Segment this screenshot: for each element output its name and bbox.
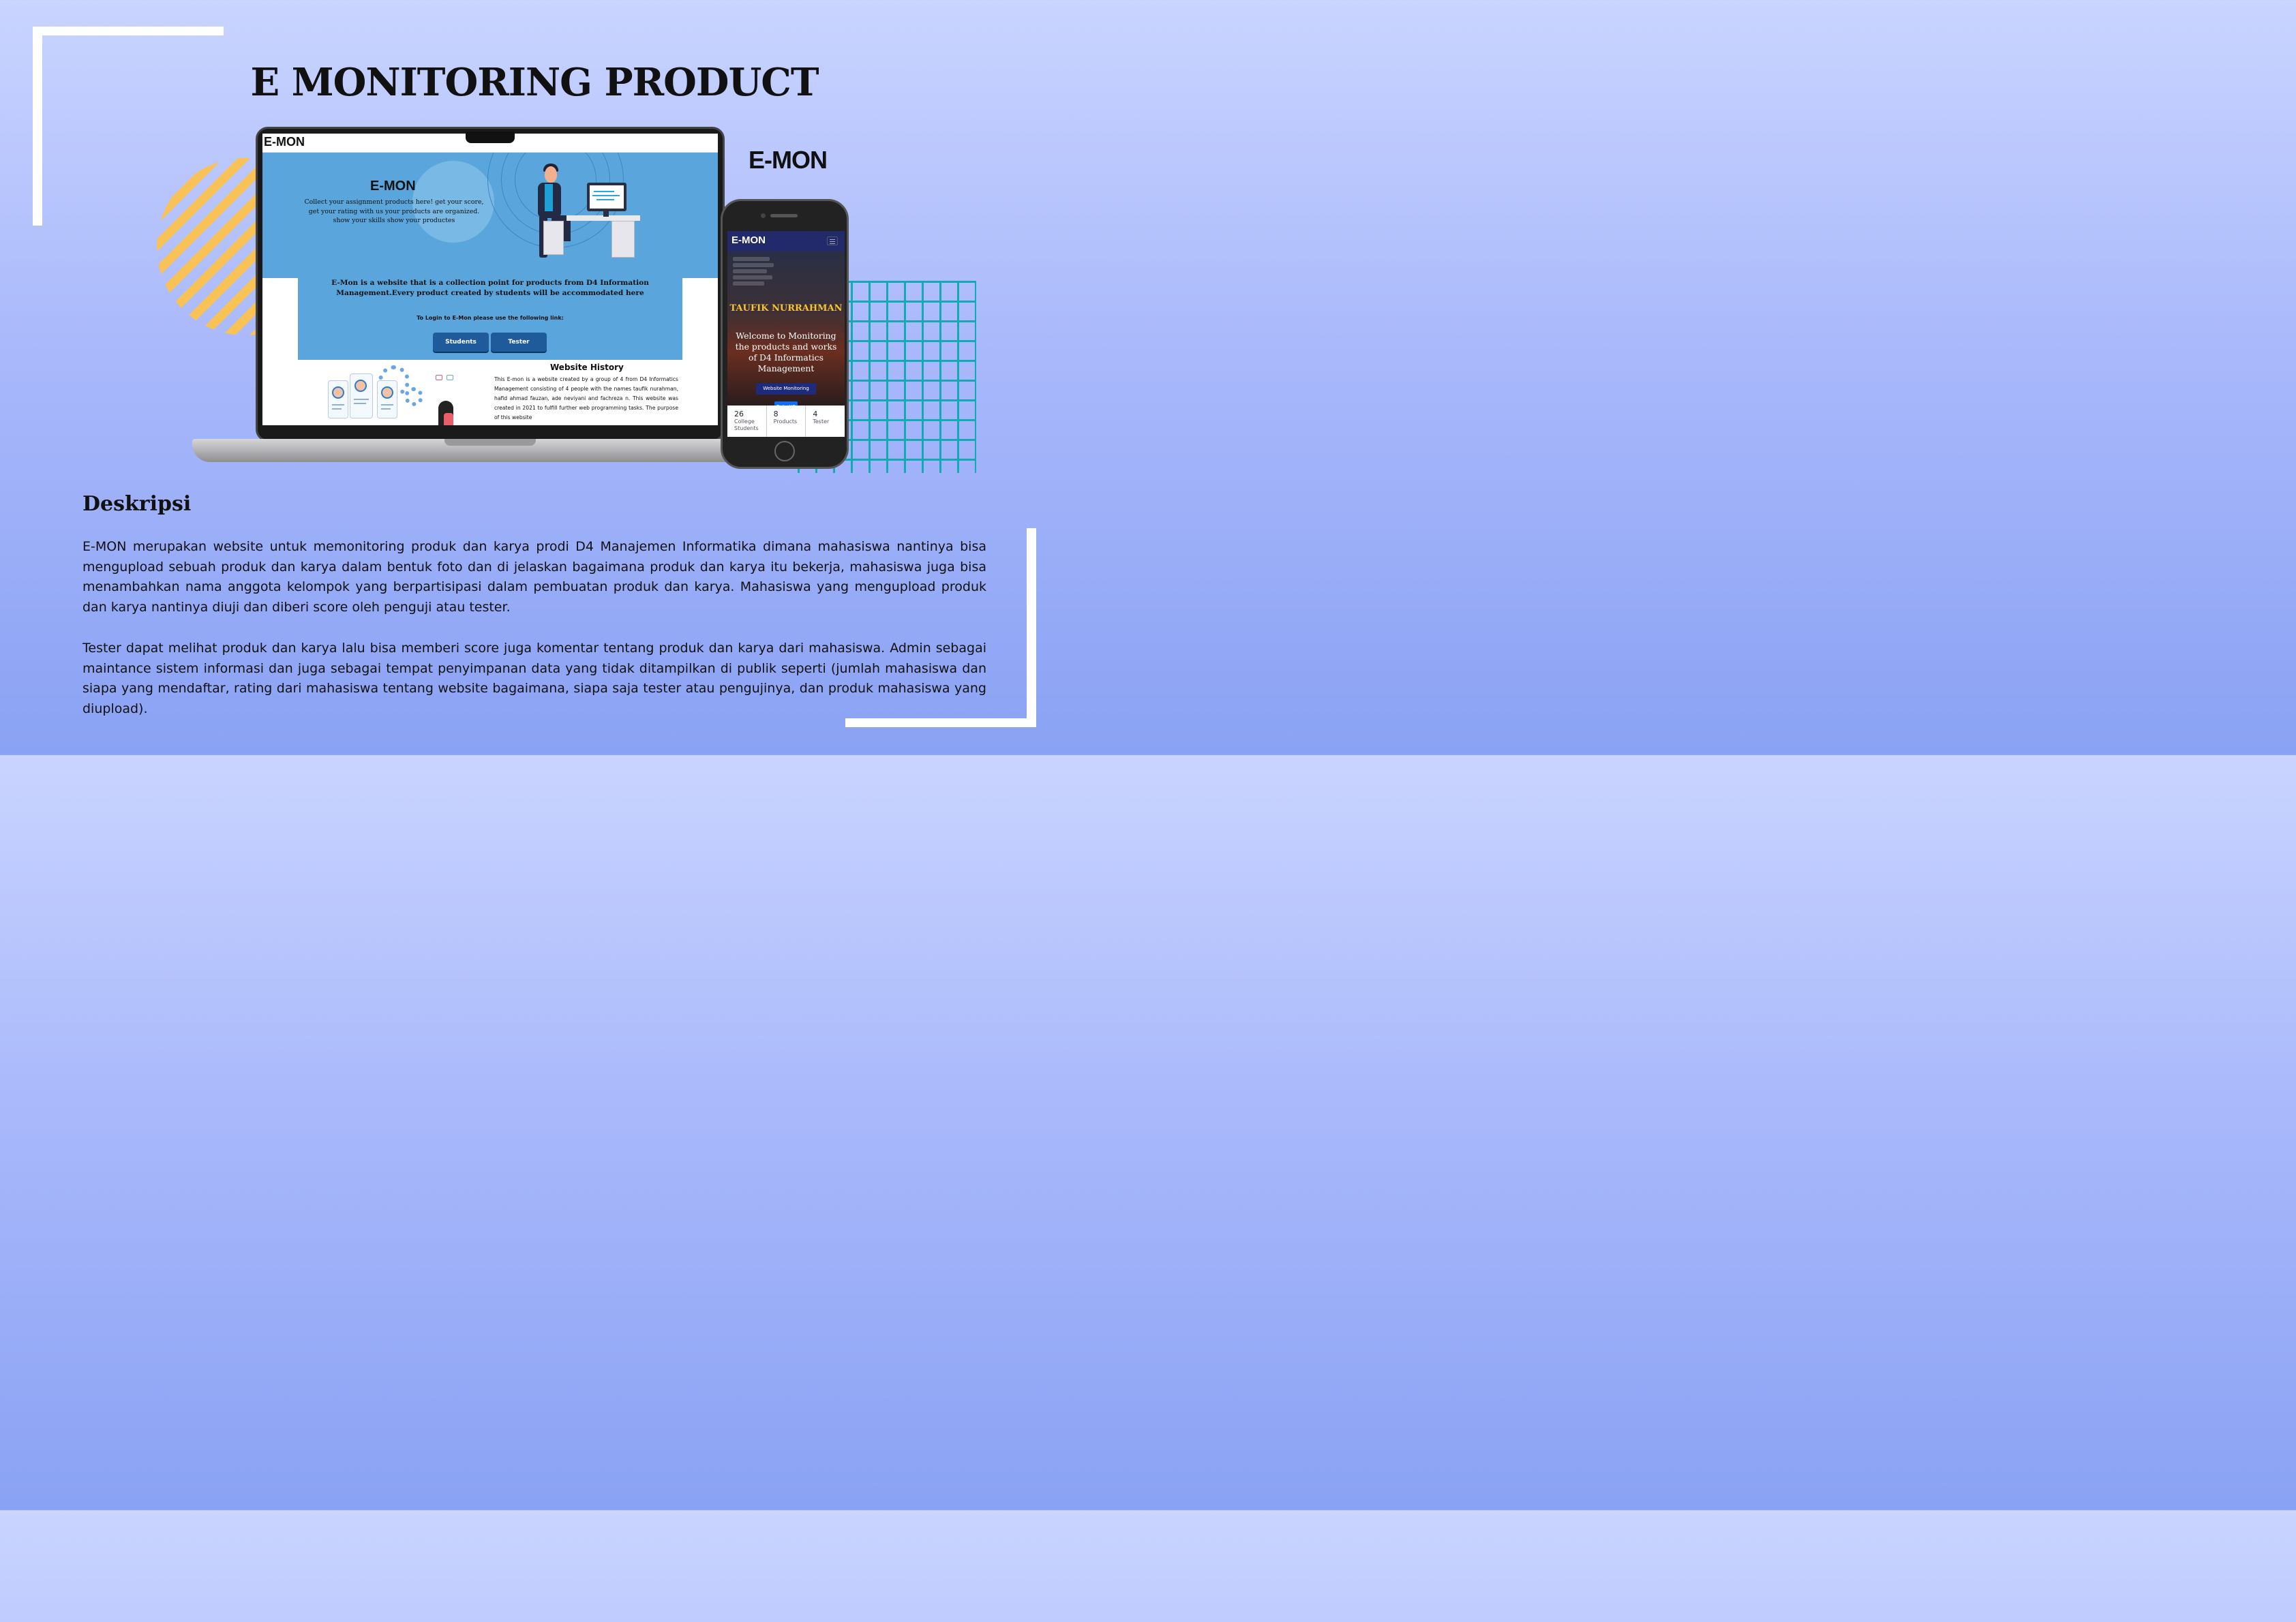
navbar-logo[interactable]: E-MON xyxy=(264,135,305,149)
stat-value: 26 xyxy=(734,410,744,418)
stat-tester: 4 Tester xyxy=(806,406,845,437)
frame-corner-bottom-right-vertical xyxy=(1027,528,1036,727)
phone-screen: E-MON TAUFIK NURRAHMAN Welcome to Monito… xyxy=(727,231,845,437)
phone-navbar-logo[interactable]: E-MON xyxy=(731,234,766,246)
stat-college-students: 26 College Students xyxy=(727,406,767,437)
checkbox-icon xyxy=(436,375,442,380)
info-text: E-Mon is a website that is a collection … xyxy=(331,279,649,297)
history-text: This E-mon is a website created by a gro… xyxy=(494,376,678,421)
leaderboard-row xyxy=(733,281,764,286)
stat-label: Products xyxy=(773,418,798,425)
history-title: Website History xyxy=(550,363,624,372)
checkbox-icon xyxy=(447,375,453,380)
laptop-hero: E-MON Collect your assignment products h… xyxy=(262,153,718,278)
hamburger-menu-icon[interactable] xyxy=(827,236,838,245)
profile-card xyxy=(377,380,397,418)
stat-value: 4 xyxy=(813,410,818,418)
students-button[interactable]: Students xyxy=(433,333,489,352)
frame-corner-top-left xyxy=(33,27,224,35)
login-prompt: To Login to E-Mon please use the followi… xyxy=(417,315,564,321)
profile-card xyxy=(328,380,348,418)
phone-hero: TAUFIK NURRAHMAN Welcome to Monitoring t… xyxy=(727,251,845,412)
hero-logo: E-MON xyxy=(370,179,416,194)
frame-corner-top-left-vertical xyxy=(33,27,42,226)
stat-label: Tester xyxy=(813,418,830,425)
description-paragraph-2: Tester dapat melihat produk dan karya la… xyxy=(82,641,986,717)
hero-name: TAUFIK NURRAHMAN xyxy=(729,303,843,313)
hero-tagline: Collect your assignment products here! g… xyxy=(304,198,484,225)
laptop-info-section: E-Mon is a website that is a collection … xyxy=(298,278,682,360)
website-history-section: Website History This E-mon is a website … xyxy=(298,360,682,425)
description-paragraph-1: E-MON merupakan website untuk memonitori… xyxy=(82,539,986,615)
laptop-screen: E-MON E-MON Collect your assignment prod… xyxy=(262,134,718,425)
laptop-notch xyxy=(466,132,515,143)
welcome-text: Welcome to Monitoring the products and w… xyxy=(735,331,837,374)
stat-products: 8 Products xyxy=(767,406,806,437)
frame-corner-bottom-right xyxy=(845,718,1036,727)
page-title: E MONITORING PRODUCT xyxy=(250,60,819,105)
leaderboard-row xyxy=(733,257,770,261)
phone-navbar: E-MON xyxy=(727,231,845,251)
phone-home-button xyxy=(774,441,795,461)
profile-card xyxy=(350,373,373,418)
stat-label: College Students xyxy=(734,418,759,432)
phone-camera xyxy=(761,213,766,218)
phone-speaker xyxy=(770,214,798,217)
tester-button[interactable]: Tester xyxy=(491,333,547,352)
website-monitoring-button[interactable]: Website Monitoring xyxy=(756,383,816,395)
stats-bar: 26 College Students 8 Products 4 Tester xyxy=(727,406,845,437)
emon-brand-logo: E-MON xyxy=(749,146,828,174)
stat-value: 8 xyxy=(773,410,779,418)
laptop-base-groove xyxy=(444,439,536,446)
gear-icon xyxy=(404,387,423,406)
description-title: Deskripsi xyxy=(82,492,192,516)
leaderboard-row xyxy=(733,269,767,273)
leaderboard-row xyxy=(733,275,772,279)
leaderboard-row xyxy=(733,263,774,267)
